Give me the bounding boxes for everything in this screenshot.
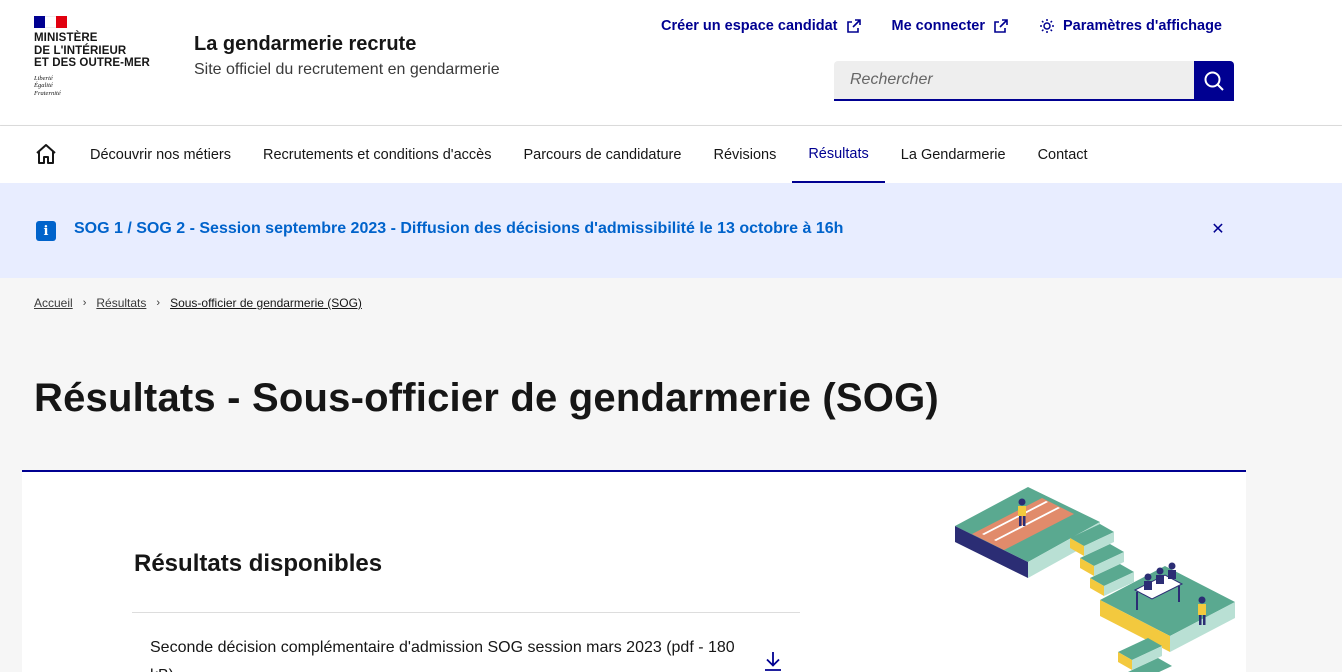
ministry-logo[interactable]: MINISTÈRE DE L'INTÉRIEUR ET DES OUTRE-ME…: [34, 16, 174, 97]
results-card: Résultats disponibles Seconde décision c…: [22, 470, 1246, 672]
nav-list: Découvrir nos métiers Recrutements et co…: [74, 126, 1104, 183]
nav-item-resultats[interactable]: Résultats: [792, 126, 885, 183]
result-download-link[interactable]: Seconde décision complémentaire d'admiss…: [150, 634, 750, 672]
nav-item-gendarmerie[interactable]: La Gendarmerie: [885, 126, 1022, 183]
republic-motto: Liberté Égalité Fraternité: [34, 74, 61, 97]
stairs-illustration: [955, 487, 1235, 672]
external-link-icon: [994, 19, 1008, 33]
info-notice: i SOG 1 / SOG 2 - Session septembre 2023…: [0, 183, 1342, 278]
nav-item-recrutements[interactable]: Recrutements et conditions d'accès: [247, 126, 507, 183]
download-icon[interactable]: [762, 650, 784, 672]
nav-item-metiers[interactable]: Découvrir nos métiers: [74, 126, 247, 183]
home-icon[interactable]: [34, 142, 58, 166]
header-tools: Créer un espace candidat Me connecter Pa…: [661, 18, 1222, 34]
nav-item-revisions[interactable]: Révisions: [697, 126, 792, 183]
breadcrumb-current[interactable]: Sous-officier de gendarmerie (SOG): [170, 296, 362, 310]
ministry-name: MINISTÈRE DE L'INTÉRIEUR ET DES OUTRE-ME…: [34, 32, 150, 69]
notice-text[interactable]: SOG 1 / SOG 2 - Session septembre 2023 -…: [74, 220, 843, 238]
chevron-right-icon: ›: [156, 297, 161, 309]
chevron-right-icon: ›: [82, 297, 87, 309]
french-flag-icon: [34, 16, 67, 28]
site-header: MINISTÈRE DE L'INTÉRIEUR ET DES OUTRE-ME…: [0, 0, 1342, 126]
sun-icon: [1040, 19, 1054, 33]
info-icon: i: [36, 221, 56, 241]
site-title[interactable]: La gendarmerie recrute: [194, 33, 416, 56]
breadcrumb-resultats[interactable]: Résultats: [96, 296, 146, 310]
display-settings-button[interactable]: Paramètres d'affichage: [1039, 18, 1222, 34]
external-link-icon: [846, 19, 861, 33]
search-icon: [1204, 71, 1224, 91]
search-button[interactable]: [1194, 61, 1234, 101]
close-icon[interactable]: ✕: [1209, 221, 1227, 239]
breadcrumb: Accueil › Résultats › Sous-officier de g…: [34, 296, 362, 310]
results-title: Résultats disponibles: [134, 550, 383, 577]
divider: [132, 612, 800, 613]
search-input[interactable]: [834, 61, 1194, 101]
main-nav: Découvrir nos métiers Recrutements et co…: [0, 126, 1342, 183]
breadcrumb-home[interactable]: Accueil: [34, 296, 73, 310]
create-account-link[interactable]: Créer un espace candidat: [661, 18, 862, 34]
page-title: Résultats - Sous-officier de gendarmerie…: [34, 376, 939, 420]
nav-item-contact[interactable]: Contact: [1022, 126, 1104, 183]
search-bar: [834, 61, 1234, 101]
login-link[interactable]: Me connecter: [892, 18, 1009, 34]
site-subtitle: Site officiel du recrutement en gendarme…: [194, 61, 500, 78]
nav-item-parcours[interactable]: Parcours de candidature: [507, 126, 697, 183]
main-content: Accueil › Résultats › Sous-officier de g…: [0, 278, 1342, 672]
